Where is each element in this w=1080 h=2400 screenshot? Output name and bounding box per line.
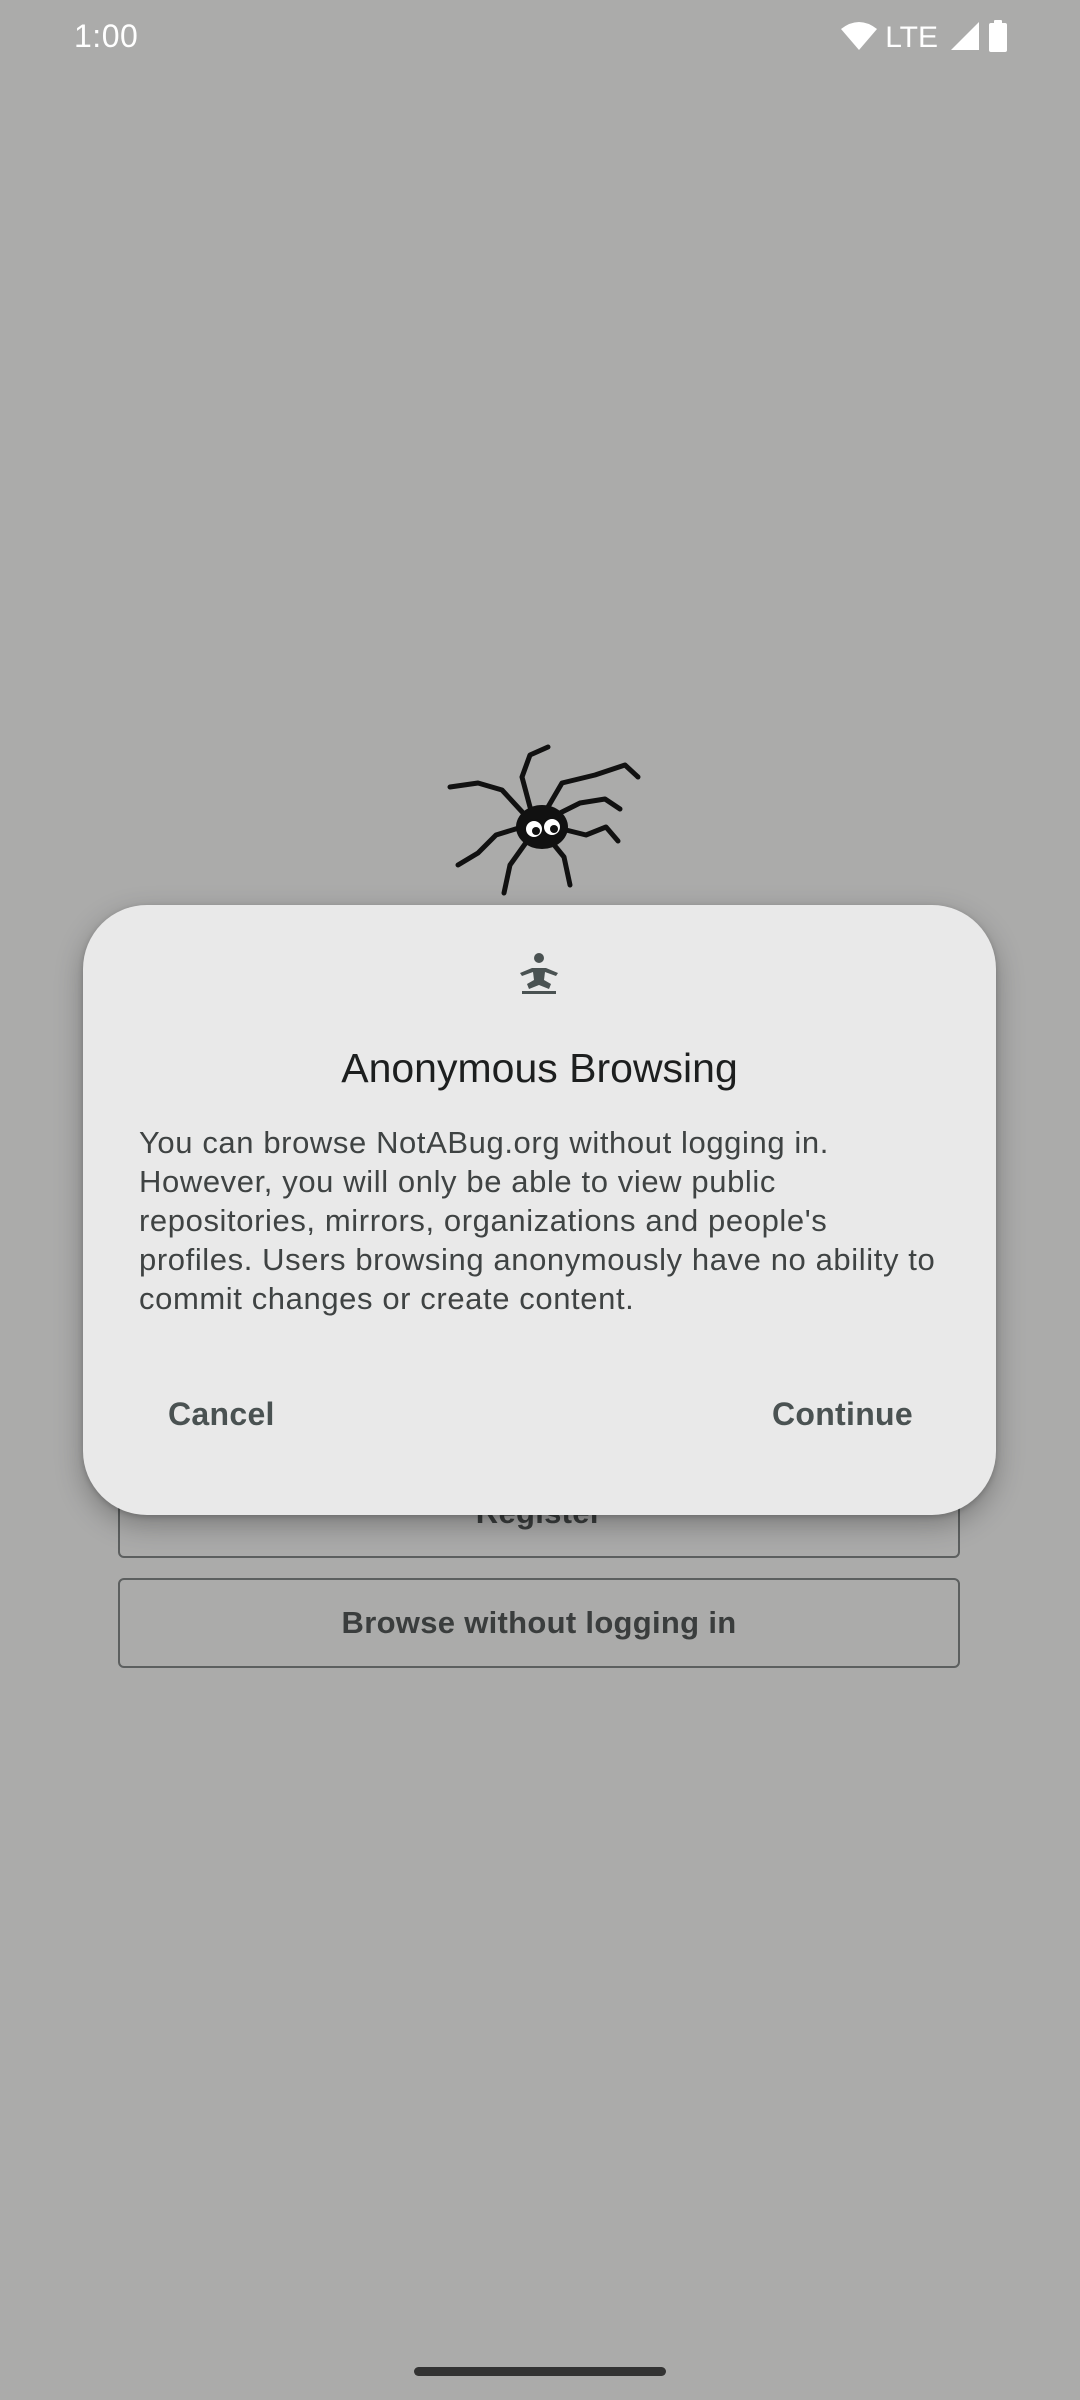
anonymous-browsing-dialog: Anonymous Browsing You can browse NotABu… (83, 905, 996, 1515)
meditation-icon (516, 951, 562, 997)
status-bar: 1:00 LTE (0, 0, 1080, 80)
spider-logo (430, 735, 650, 915)
cancel-button[interactable]: Cancel (168, 1388, 275, 1441)
battery-icon (988, 19, 1008, 57)
dialog-message: You can browse NotABug.org without loggi… (139, 1125, 936, 1316)
dialog-title: Anonymous Browsing (341, 1045, 738, 1091)
network-type-label: LTE (885, 21, 938, 54)
cell-signal-icon (950, 21, 980, 56)
status-time: 1:00 (74, 18, 139, 54)
status-icons: LTE (841, 18, 1008, 58)
browse-without-login-button[interactable]: Browse without logging in (118, 1578, 960, 1668)
home-indicator[interactable] (414, 2367, 666, 2376)
continue-button[interactable]: Continue (772, 1388, 913, 1441)
wifi-icon (841, 21, 878, 56)
